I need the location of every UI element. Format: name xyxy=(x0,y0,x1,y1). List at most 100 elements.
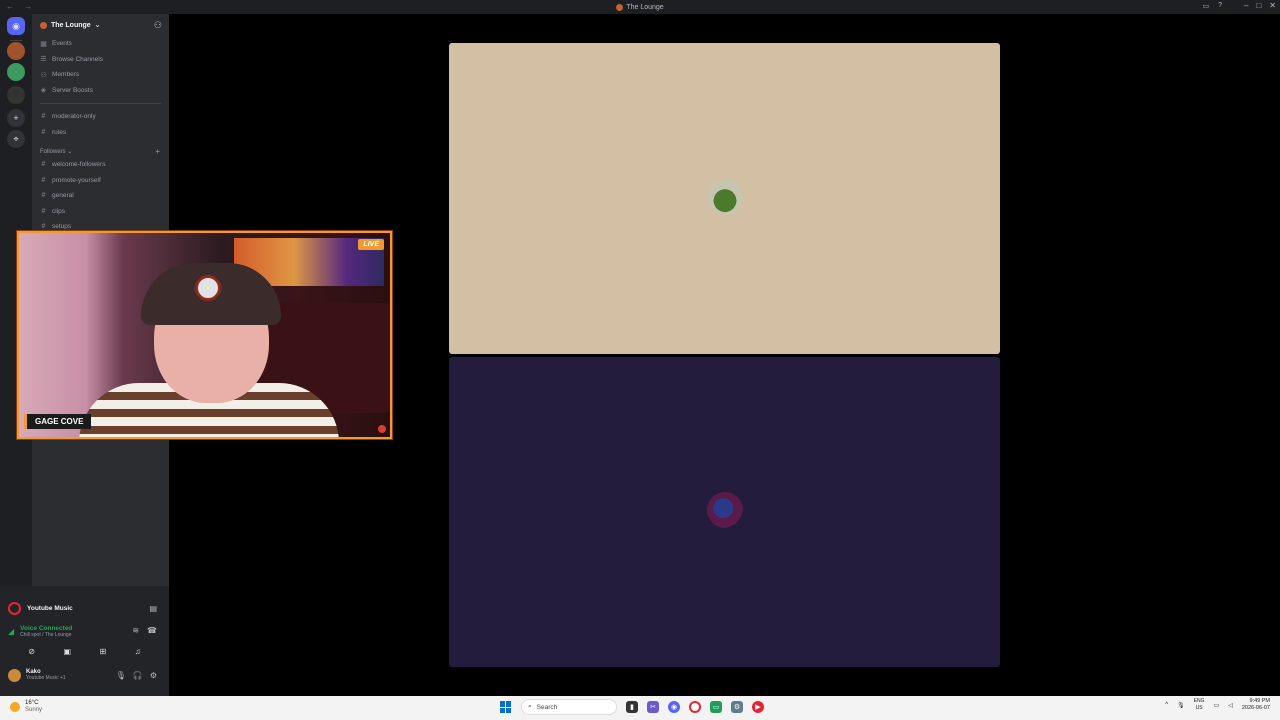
text-channel-icon: # xyxy=(41,176,46,184)
gear-icon[interactable]: ⚙ xyxy=(150,671,157,680)
browse-channels-icon: ☰ xyxy=(40,56,47,64)
discord-taskbar-icon[interactable]: ◉ xyxy=(668,701,680,713)
inbox-icon[interactable]: ▭ xyxy=(1202,2,1209,10)
lang-bottom: US xyxy=(1195,705,1203,711)
activity-settings-icon[interactable]: ▤ xyxy=(149,604,157,613)
windows-taskbar: 16°C Sunny ⌕ Search ▮ ✂ ◉ ▭ ⚙ ▶ ^ 🎙 ENG … xyxy=(0,696,1280,720)
nav-arrows[interactable]: ← → xyxy=(6,2,36,11)
microphone-tray-icon[interactable]: 🎙 xyxy=(1177,702,1185,709)
streamer-name-tag: GAGE COVE xyxy=(24,414,92,429)
volume-icon[interactable]: ◁ xyxy=(1228,702,1233,709)
minimize-button[interactable]: – xyxy=(1244,1,1248,10)
create-channel-icon[interactable]: + xyxy=(155,147,160,156)
headphones-icon[interactable]: 🎧 xyxy=(133,671,143,680)
text-channel-icon: # xyxy=(41,192,46,200)
title-bar: ← → The Lounge ▭ ? – □ ✕ xyxy=(0,0,1280,14)
voice-controls: ≋ ☎ xyxy=(132,626,157,635)
divider xyxy=(40,103,161,104)
snipping-tool-icon[interactable]: ✂ xyxy=(647,701,659,713)
channel-general[interactable]: # general xyxy=(32,188,169,204)
server-icon-the-lounge[interactable] xyxy=(7,42,25,60)
camera-off-icon[interactable]: ⊘ xyxy=(28,647,35,656)
search-icon: ⌕ xyxy=(528,703,532,710)
windows-start-icon[interactable] xyxy=(500,701,512,713)
youtube-music-taskbar-icon[interactable]: ▶ xyxy=(752,701,764,713)
close-button[interactable]: ✕ xyxy=(1269,1,1276,10)
channel-clips[interactable]: # clips xyxy=(32,204,169,220)
add-server-icon[interactable]: + xyxy=(7,109,25,127)
help-icon[interactable]: ? xyxy=(1218,2,1222,10)
server-folder-icon[interactable] xyxy=(7,86,25,104)
server-icon xyxy=(616,3,624,11)
sidebar-item-server-boosts[interactable]: ◈ Server Boosts xyxy=(32,83,169,99)
task-view-icon[interactable]: ▮ xyxy=(626,701,638,713)
youtube-music-icon xyxy=(8,601,21,615)
opera-taskbar-icon[interactable] xyxy=(689,701,701,713)
language-indicator[interactable]: ENG US xyxy=(1194,698,1205,712)
chevron-down-icon: ⌄ xyxy=(94,22,101,29)
sidebar-item-events[interactable]: ▦ Events xyxy=(32,36,169,52)
cap-logo xyxy=(195,275,221,301)
voice-status-row: ◢ Voice Connected Chill spot / The Loung… xyxy=(0,620,169,642)
video-tile-2[interactable] xyxy=(449,357,1000,667)
activity-label: Youtube Music xyxy=(27,604,73,612)
activities-icon[interactable]: ⊞ xyxy=(100,647,107,656)
explore-icon[interactable]: ⌖ xyxy=(7,130,25,148)
soundboard-icon[interactable]: ♫ xyxy=(135,647,141,656)
voice-channel[interactable]: Chill spot / The Lounge xyxy=(20,632,72,638)
channel-label: clips xyxy=(52,207,66,215)
discord-home-icon[interactable]: ◉ xyxy=(7,17,25,35)
account-controls: 🎙 🎧 ⚙ xyxy=(116,671,157,680)
channel-label: general xyxy=(52,192,74,200)
voice-status[interactable]: Voice Connected xyxy=(20,625,72,632)
search-placeholder: Search xyxy=(536,703,558,711)
overlay-corner-accent xyxy=(378,425,386,433)
server-icon-2[interactable] xyxy=(7,63,25,81)
channel-rules[interactable]: # rules xyxy=(32,125,169,141)
title-actions: ▭ ? xyxy=(1202,2,1222,10)
clock-date: 2026-06-07 xyxy=(1241,705,1270,711)
sidebar-item-label: Events xyxy=(52,40,72,48)
taskbar-apps: ⌕ Search ▮ ✂ ◉ ▭ ⚙ ▶ xyxy=(500,699,764,715)
activity-row[interactable]: Youtube Music ▤ xyxy=(0,598,169,618)
chevron-up-icon[interactable]: ^ xyxy=(1165,702,1168,708)
boost-icon: ◈ xyxy=(40,87,47,95)
signal-icon[interactable]: ◢ xyxy=(8,627,14,636)
lang-top: ENG xyxy=(1193,698,1205,704)
discord-window: ← → The Lounge ▭ ? – □ ✕ ◉ + ⌖ The Loung… xyxy=(0,0,1280,720)
server-header[interactable]: The Lounge ⌄ ⚇ xyxy=(32,14,169,36)
channel-label: rules xyxy=(52,128,67,136)
app-taskbar-icon[interactable]: ▭ xyxy=(710,701,722,713)
taskbar-search[interactable]: ⌕ Search xyxy=(521,699,617,715)
channel-welcome-followers[interactable]: # welcome-followers xyxy=(32,157,169,173)
channel-moderator-only[interactable]: # moderator-only xyxy=(32,109,169,125)
channel-label: moderator-only xyxy=(52,113,96,121)
avatar[interactable] xyxy=(8,668,21,682)
sidebar-item-label: Members xyxy=(52,71,80,79)
screen-share-icon[interactable]: ▣ xyxy=(63,647,71,656)
channel-promote-yourself[interactable]: # promote-yourself xyxy=(32,173,169,189)
weather-widget[interactable]: 16°C Sunny xyxy=(10,700,42,714)
clock[interactable]: 9:49 PM 2026-06-07 xyxy=(1242,698,1270,712)
sidebar-item-label: Server Boosts xyxy=(52,86,93,94)
window-controls: – □ ✕ xyxy=(1244,1,1276,10)
sidebar-item-label: Browse Channels xyxy=(52,55,103,63)
system-tray: ^ 🎙 ENG US ▭ ◁ 9:49 PM 2026-06-07 xyxy=(1165,698,1270,712)
noise-suppression-icon[interactable]: ≋ xyxy=(132,626,139,635)
invite-people-icon[interactable]: ⚇ xyxy=(154,20,162,31)
members-icon: ⚇ xyxy=(40,71,47,79)
window-title-group: The Lounge xyxy=(616,3,664,11)
maximize-button[interactable]: □ xyxy=(1256,1,1261,10)
settings-taskbar-icon[interactable]: ⚙ xyxy=(731,701,743,713)
disconnect-icon[interactable]: ☎ xyxy=(147,626,157,635)
sidebar-item-members[interactable]: ⚇ Members xyxy=(32,67,169,83)
account-text[interactable]: Kako Youtube Music +1 xyxy=(26,669,66,681)
microphone-icon[interactable]: 🎙 xyxy=(116,671,126,680)
video-tile-1[interactable] xyxy=(449,43,1000,354)
category-label: Followers ⌄ xyxy=(40,148,73,155)
channel-label: promote-yourself xyxy=(52,176,101,184)
sidebar-item-browse-channels[interactable]: ☰ Browse Channels xyxy=(32,52,169,68)
category-followers[interactable]: Followers ⌄ + xyxy=(32,145,169,157)
weather-temp: 16°C xyxy=(25,700,39,706)
network-icon[interactable]: ▭ xyxy=(1214,702,1220,709)
